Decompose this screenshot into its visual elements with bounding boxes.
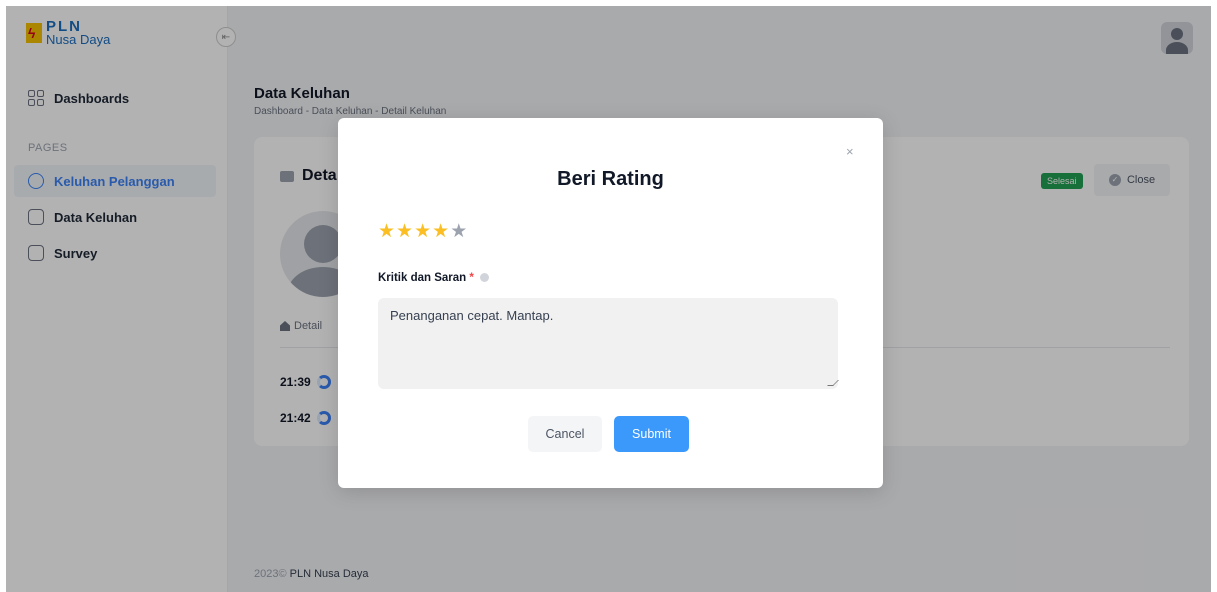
star-icon[interactable]: ★: [450, 222, 467, 242]
rating-modal: × Beri Rating ★ ★ ★ ★ ★ Kritik dan Saran…: [338, 118, 883, 488]
cancel-button[interactable]: Cancel: [528, 416, 602, 452]
star-icon[interactable]: ★: [396, 222, 413, 242]
star-icon[interactable]: ★: [378, 222, 395, 242]
submit-button[interactable]: Submit: [614, 416, 689, 452]
info-icon: [480, 273, 490, 282]
field-label-text: Kritik dan Saran: [378, 272, 467, 284]
required-mark: *: [469, 272, 474, 284]
star-rating[interactable]: ★ ★ ★ ★ ★: [378, 222, 467, 242]
close-icon[interactable]: ×: [846, 144, 854, 159]
star-icon[interactable]: ★: [432, 222, 449, 242]
field-label: Kritik dan Saran *: [378, 272, 490, 284]
star-icon[interactable]: ★: [414, 222, 431, 242]
modal-title: Beri Rating: [557, 168, 664, 190]
feedback-textarea[interactable]: Penanganan cepat. Mantap.: [378, 298, 838, 389]
app-window: ϟ PLN Nusa Daya Dashboards PAGES Keluhan…: [6, 6, 1211, 592]
